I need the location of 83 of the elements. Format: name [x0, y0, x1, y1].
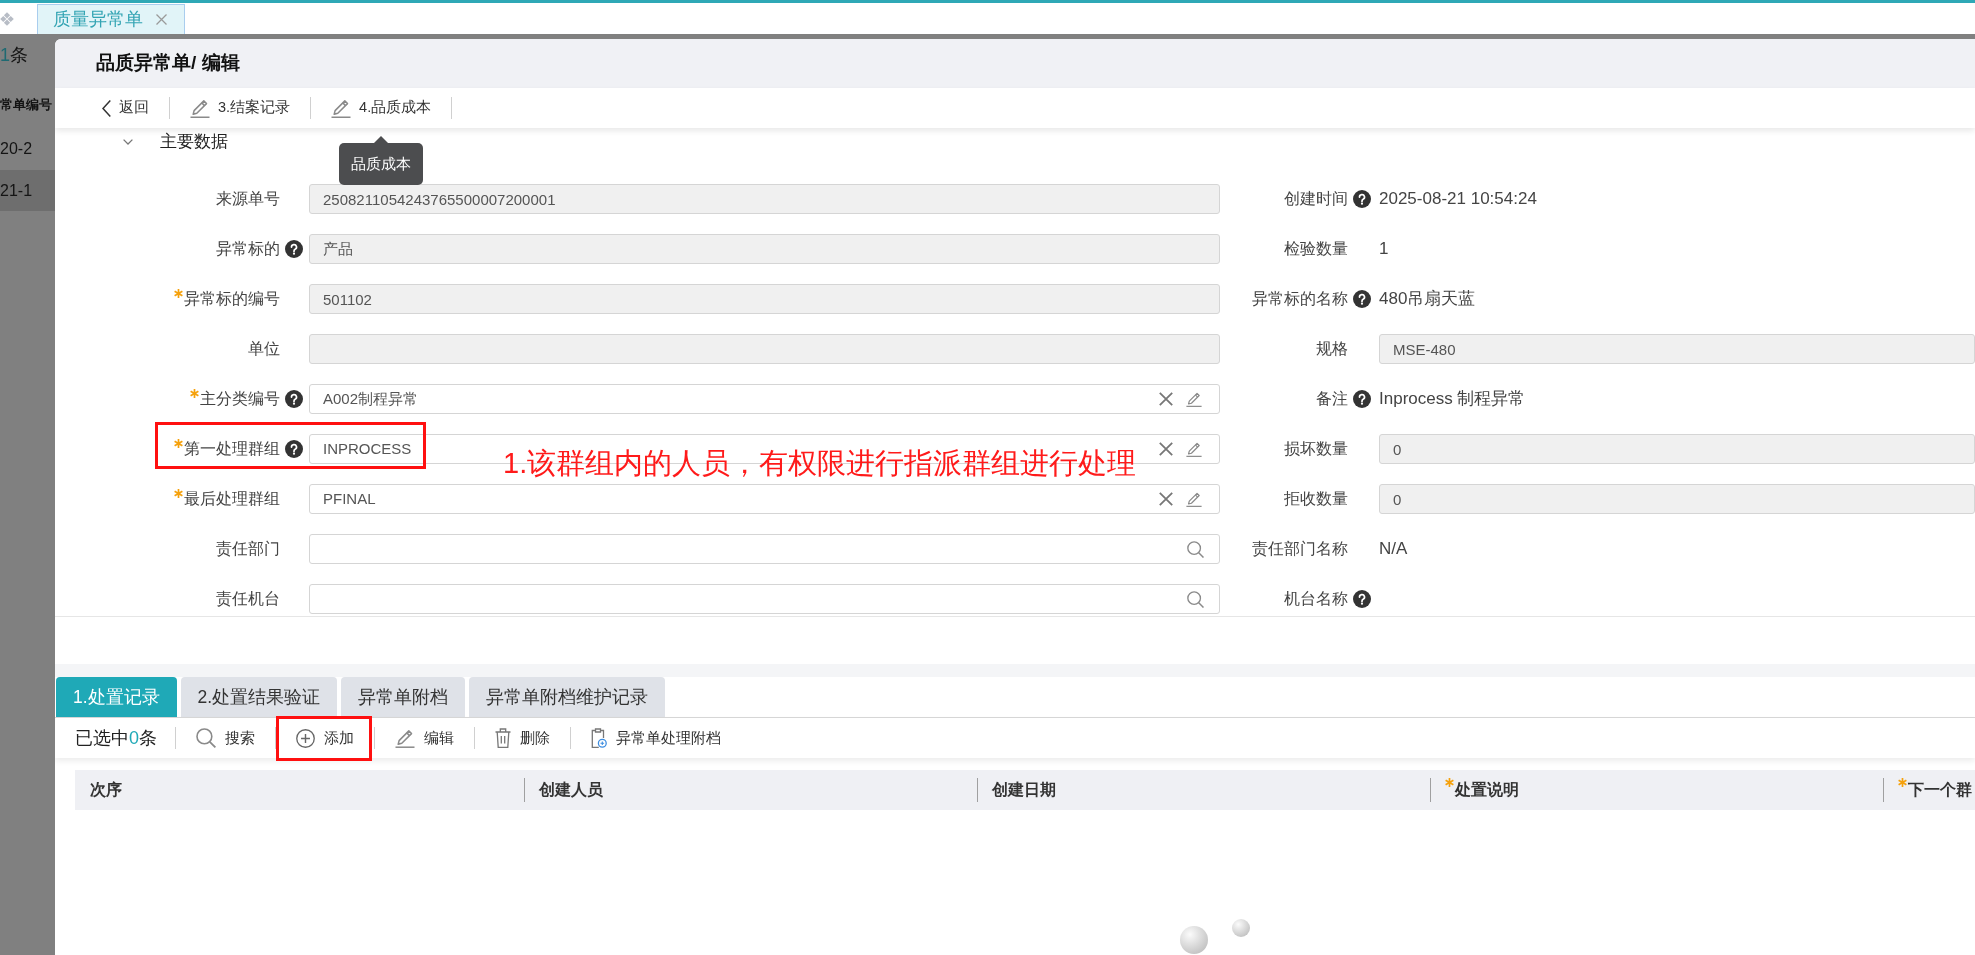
section-title: 主要数据 [160, 131, 228, 154]
input-field[interactable]: 2508211054243765500007200001 [309, 184, 1220, 214]
field-value: 480吊扇天蓝 [1379, 288, 1476, 311]
search-icon [196, 728, 216, 748]
field-label: 责任部门名称 [1252, 539, 1348, 559]
lookup-field[interactable]: PFINAL [309, 484, 1220, 514]
lookup-field[interactable]: A002制程异常 [309, 384, 1220, 414]
help-icon[interactable] [1353, 590, 1371, 608]
search-icon[interactable] [1187, 590, 1204, 608]
chevron-down-icon[interactable] [123, 139, 133, 145]
field-label: 责任机台 [216, 589, 280, 609]
input-field[interactable] [309, 334, 1220, 364]
field-label: 备注 [1316, 389, 1348, 409]
search-field[interactable] [309, 534, 1220, 564]
input-field[interactable]: 产品 [309, 234, 1220, 264]
pencil-icon[interactable] [1186, 441, 1202, 457]
tab[interactable]: 异常单附档维护记录 [469, 677, 666, 717]
field-label: 异常标的名称 [1252, 289, 1348, 309]
selection-count: 1条 [0, 43, 28, 67]
help-icon[interactable] [285, 440, 303, 458]
back-button[interactable]: 返回 [100, 88, 151, 128]
field-label: 单位 [248, 339, 280, 359]
search-button[interactable]: 搜索 [194, 718, 257, 758]
column-header: 下一个群 [1908, 780, 1972, 800]
field-label: 创建时间 [1284, 189, 1348, 209]
dialog-title: 品质异常单/ 编辑 [96, 51, 240, 76]
close-icon[interactable] [156, 14, 167, 25]
help-icon[interactable] [285, 390, 303, 408]
search-field[interactable] [309, 584, 1220, 614]
pencil-icon[interactable] [1186, 491, 1202, 507]
tooltip: 品质成本 [339, 136, 424, 185]
list-row-text: 20-2 [0, 138, 34, 159]
add-button[interactable]: 添加 [294, 718, 356, 758]
column-header: 处置说明 [1455, 780, 1519, 800]
field-value: 2025-08-21 10:54:24 [1379, 188, 1537, 211]
field-label: 异常标的 [216, 239, 280, 259]
pencil-icon [331, 98, 352, 118]
field-label: 最后处理群组 [184, 489, 280, 509]
tab[interactable]: 异常单附档 [341, 677, 466, 717]
input-field[interactable]: 0 [1379, 434, 1975, 464]
column-header: 次序 [90, 780, 122, 800]
help-icon[interactable] [1353, 390, 1371, 408]
search-icon[interactable] [1187, 540, 1204, 558]
column-header: 创建日期 [992, 780, 1056, 800]
field-label: 机台名称 [1284, 589, 1348, 609]
field-label: 主分类编号 [200, 389, 280, 409]
field-value: N/A [1379, 538, 1408, 561]
help-icon[interactable] [285, 240, 303, 258]
field-label: 责任部门 [216, 539, 280, 559]
pencil-icon [395, 728, 415, 748]
edit-button[interactable]: 3.结案记录 [188, 88, 293, 128]
column-header: 常单编号 [0, 96, 52, 115]
help-icon[interactable] [1353, 290, 1371, 308]
clear-icon[interactable] [1159, 492, 1173, 506]
clear-icon[interactable] [1159, 442, 1173, 456]
tab[interactable]: 2.处置结果验证 [180, 677, 338, 717]
field-label: 损坏数量 [1284, 439, 1348, 459]
field-label: 检验数量 [1284, 239, 1348, 259]
delete-button[interactable]: 删除 [493, 718, 552, 758]
edit-button[interactable]: 4.品质成本 [329, 88, 434, 128]
field-label: 第一处理群组 [184, 439, 280, 459]
plus-circle-icon [296, 728, 315, 748]
help-icon[interactable] [1353, 190, 1371, 208]
pencil-icon [190, 98, 210, 118]
selection-count: 已选中0条 [75, 726, 157, 750]
field-value: 1 [1379, 238, 1389, 261]
input-field[interactable]: 0 [1379, 484, 1975, 514]
field-value: Inprocess 制程异常 [1379, 388, 1526, 411]
pencil-icon[interactable] [1186, 391, 1202, 407]
trash-icon [495, 728, 511, 748]
edit-button[interactable]: 编辑 [393, 718, 456, 758]
input-field[interactable]: MSE-480 [1379, 334, 1975, 364]
document-icon [591, 728, 607, 748]
field-label: 异常标的编号 [184, 289, 280, 309]
field-label: 来源单号 [216, 189, 280, 209]
field-label: 规格 [1316, 339, 1348, 359]
attachment-button[interactable]: 异常单处理附档 [589, 718, 723, 758]
input-field[interactable]: 501102 [309, 284, 1220, 314]
field-label: 拒收数量 [1284, 489, 1348, 509]
column-header: 创建人员 [539, 780, 603, 800]
list-row: 21-1 [0, 170, 55, 211]
clear-icon[interactable] [1159, 392, 1173, 406]
chevron-left-icon [102, 99, 111, 117]
